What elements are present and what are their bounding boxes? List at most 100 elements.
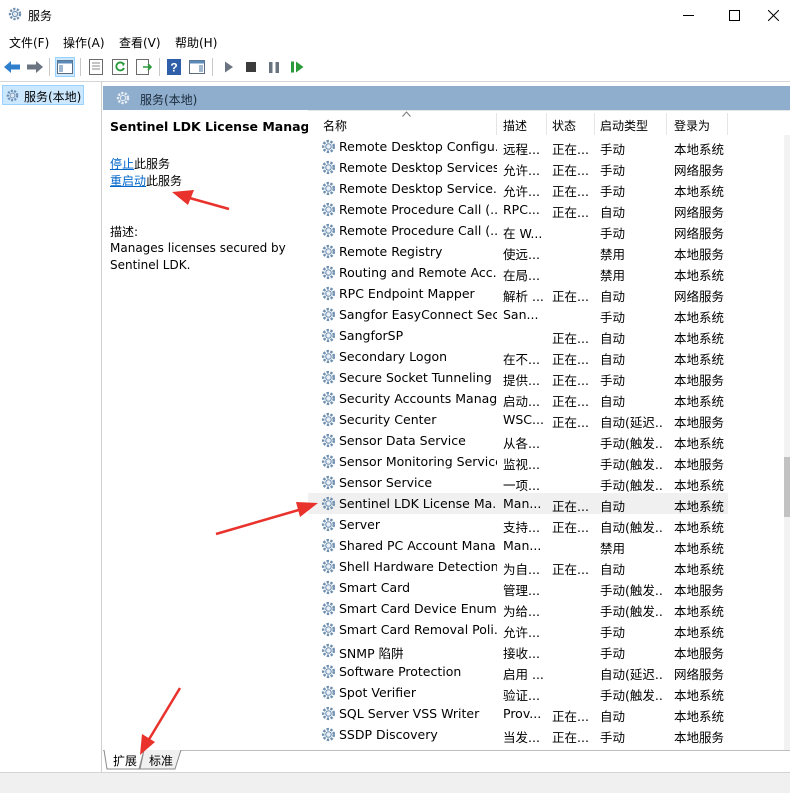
stop-service-link[interactable]: 停止 xyxy=(110,157,134,171)
service-startup-type-cell: 禁用 xyxy=(600,247,626,262)
service-status-cell: 正在... xyxy=(552,142,589,157)
properties-button[interactable] xyxy=(86,57,106,77)
table-row[interactable]: SSDP Discovery 当发... 正在... 手动 本地服务 xyxy=(308,724,728,745)
start-service-button[interactable] xyxy=(219,57,239,77)
back-button[interactable] xyxy=(2,57,22,77)
show-hide-console-tree-button[interactable] xyxy=(55,57,75,77)
table-row[interactable]: Remote Procedure Call (... 在 W... 手动 网络服务 xyxy=(308,220,728,241)
stop-service-button[interactable] xyxy=(241,57,261,77)
service-name-cell: Secondary Logon xyxy=(339,349,448,364)
table-row[interactable]: Software Protection 启用 ... 自动(延迟... 网络服务 xyxy=(308,661,728,682)
scrollbar-thumb[interactable] xyxy=(784,457,790,517)
column-header-row: 名称 描述 状态 启动类型 登录为 xyxy=(308,111,790,136)
service-gear-icon xyxy=(320,579,337,596)
table-row[interactable]: Sensor Monitoring Service 监视... 手动(触发... 本地… xyxy=(308,451,728,472)
column-divider[interactable] xyxy=(666,113,667,135)
export-list-button[interactable] xyxy=(134,57,154,77)
pause-service-icon xyxy=(269,61,279,73)
service-log-on-as-cell: 本地系统 xyxy=(674,688,725,703)
service-name-cell: Remote Procedure Call (... xyxy=(339,223,497,238)
service-description-cell: 启用 ... xyxy=(503,667,543,682)
table-row[interactable]: RPC Endpoint Mapper 解析 ... 正在... 自动 网络服务 xyxy=(308,283,728,304)
menu-file[interactable]: 文件(F) xyxy=(9,34,49,51)
column-header-description[interactable]: 描述 xyxy=(503,117,527,134)
menu-action[interactable]: 操作(A) xyxy=(63,34,105,51)
table-row[interactable]: Security Center WSC... 正在... 自动(延迟... 本地服务 xyxy=(308,409,728,430)
tree-node-services-local[interactable]: 服务(本地) xyxy=(2,85,84,105)
table-row[interactable]: Smart Card Removal Poli... 允许... 手动 本地系统 xyxy=(308,619,728,640)
service-log-on-as-cell: 本地系统 xyxy=(674,184,725,199)
table-row[interactable]: Remote Procedure Call (... RPC... 正在... 自动 网… xyxy=(308,199,728,220)
table-row[interactable]: Smart Card Device Enum... 为给... 手动(触发... 本地… xyxy=(308,598,728,619)
table-row[interactable]: Routing and Remote Acc... 在局... 禁用 本地系统 xyxy=(308,262,728,283)
table-row[interactable]: Sangfor EasyConnect Sec... San... 手动 本地系统 xyxy=(308,304,728,325)
service-log-on-as-cell: 本地系统 xyxy=(674,352,725,367)
forward-button[interactable] xyxy=(25,57,45,77)
column-header-status[interactable]: 状态 xyxy=(552,117,576,134)
resume-service-button[interactable] xyxy=(287,57,307,77)
service-description-cell: 启动... xyxy=(503,394,540,409)
table-row[interactable]: Shared PC Account Mana... Man... 禁用 本地系统 xyxy=(308,535,728,556)
service-log-on-as-cell: 网络服务 xyxy=(674,163,725,178)
refresh-button[interactable] xyxy=(110,57,130,77)
service-startup-type-cell: 自动 xyxy=(600,331,626,346)
table-row[interactable]: SQL Server VSS Writer Prov... 正在... 自动 本地系统 xyxy=(308,703,728,724)
show-action-pane-button[interactable] xyxy=(187,57,207,77)
service-startup-type-cell: 自动 xyxy=(600,499,626,514)
service-log-on-as-cell: 本地系统 xyxy=(674,478,725,493)
menu-view[interactable]: 查看(V) xyxy=(119,34,161,51)
column-header-name[interactable]: 名称 xyxy=(323,117,347,134)
service-name-cell: Software Protection xyxy=(339,664,462,679)
minimize-icon xyxy=(682,14,694,16)
service-description-cell: 接收... xyxy=(503,646,540,661)
restart-service-suffix: 此服务 xyxy=(146,174,183,188)
services-list: 名称 描述 状态 启动类型 登录为 Remote Desktop Configu… xyxy=(308,110,790,751)
service-startup-type-cell: 手动 xyxy=(600,625,626,640)
table-row[interactable]: Smart Card 管理... 手动(触发... 本地服务 xyxy=(308,577,728,598)
service-gear-icon xyxy=(320,558,337,575)
vertical-scrollbar[interactable] xyxy=(784,135,790,750)
column-divider[interactable] xyxy=(496,113,497,135)
service-startup-type-cell: 自动(延迟... xyxy=(600,667,664,682)
pause-service-button[interactable] xyxy=(264,57,284,77)
service-gear-icon xyxy=(320,264,337,281)
table-row[interactable]: SangforSP 正在... 自动 本地系统 xyxy=(308,325,728,346)
service-gear-icon xyxy=(320,138,337,155)
column-divider[interactable] xyxy=(594,113,595,135)
menu-help[interactable]: 帮助(H) xyxy=(175,34,217,51)
table-row[interactable]: Secure Socket Tunneling ... 提供... 正在... 手动 本… xyxy=(308,367,728,388)
tab-extended[interactable]: 扩展 xyxy=(109,750,141,770)
table-row[interactable]: Sentinel LDK License Ma... Man... 正在... 自动 本… xyxy=(308,493,728,514)
service-status-cell: 正在... xyxy=(552,205,589,220)
table-row[interactable]: Server 支持... 正在... 自动(触发... 本地系统 xyxy=(308,514,728,535)
table-row[interactable]: Remote Desktop Services 允许... 正在... 手动 网络服务 xyxy=(308,157,728,178)
service-log-on-as-cell: 本地系统 xyxy=(674,436,725,451)
table-row[interactable]: Sensor Data Service 从各... 手动(触发... 本地系统 xyxy=(308,430,728,451)
column-header-startup-type[interactable]: 启动类型 xyxy=(600,117,648,134)
close-button[interactable] xyxy=(757,0,790,30)
restart-service-link[interactable]: 重启动 xyxy=(110,174,146,188)
maximize-button[interactable] xyxy=(711,0,757,30)
table-row[interactable]: Shell Hardware Detection 为自... 正在... 自动 本地系统 xyxy=(308,556,728,577)
table-row[interactable]: Security Accounts Manag... 启动... 正在... 自动 本地… xyxy=(308,388,728,409)
column-divider[interactable] xyxy=(727,113,728,135)
service-name-cell: Remote Desktop Services xyxy=(339,160,497,175)
table-row[interactable]: SNMP 陷阱 接收... 手动 本地服务 xyxy=(308,640,728,661)
table-row[interactable]: Secondary Logon 在不... 正在... 自动 本地系统 xyxy=(308,346,728,367)
tab-standard[interactable]: 标准 xyxy=(145,750,177,770)
pane-header-title: 服务(本地) xyxy=(140,93,198,107)
minimize-button[interactable] xyxy=(665,0,711,30)
service-log-on-as-cell: 本地系统 xyxy=(674,331,725,346)
service-gear-icon xyxy=(320,600,337,617)
column-header-log-on-as[interactable]: 登录为 xyxy=(674,117,710,134)
table-row[interactable]: Sensor Service 一项... 手动(触发... 本地系统 xyxy=(308,472,728,493)
service-name-cell: Shared PC Account Mana... xyxy=(339,538,497,553)
table-row[interactable]: Remote Desktop Service... 允许... 正在... 手动 本地系… xyxy=(308,178,728,199)
service-name-cell: SangforSP xyxy=(339,328,404,343)
help-button[interactable]: ? xyxy=(164,57,184,77)
table-row[interactable]: Remote Registry 使远... 禁用 本地服务 xyxy=(308,241,728,262)
table-row[interactable]: Remote Desktop Configu... 远程... 正在... 手动 本地系… xyxy=(308,136,728,157)
table-row[interactable]: Spot Verifier 验证... 手动(触发... 本地系统 xyxy=(308,682,728,703)
service-startup-type-cell: 手动 xyxy=(600,163,626,178)
column-divider[interactable] xyxy=(546,113,547,135)
